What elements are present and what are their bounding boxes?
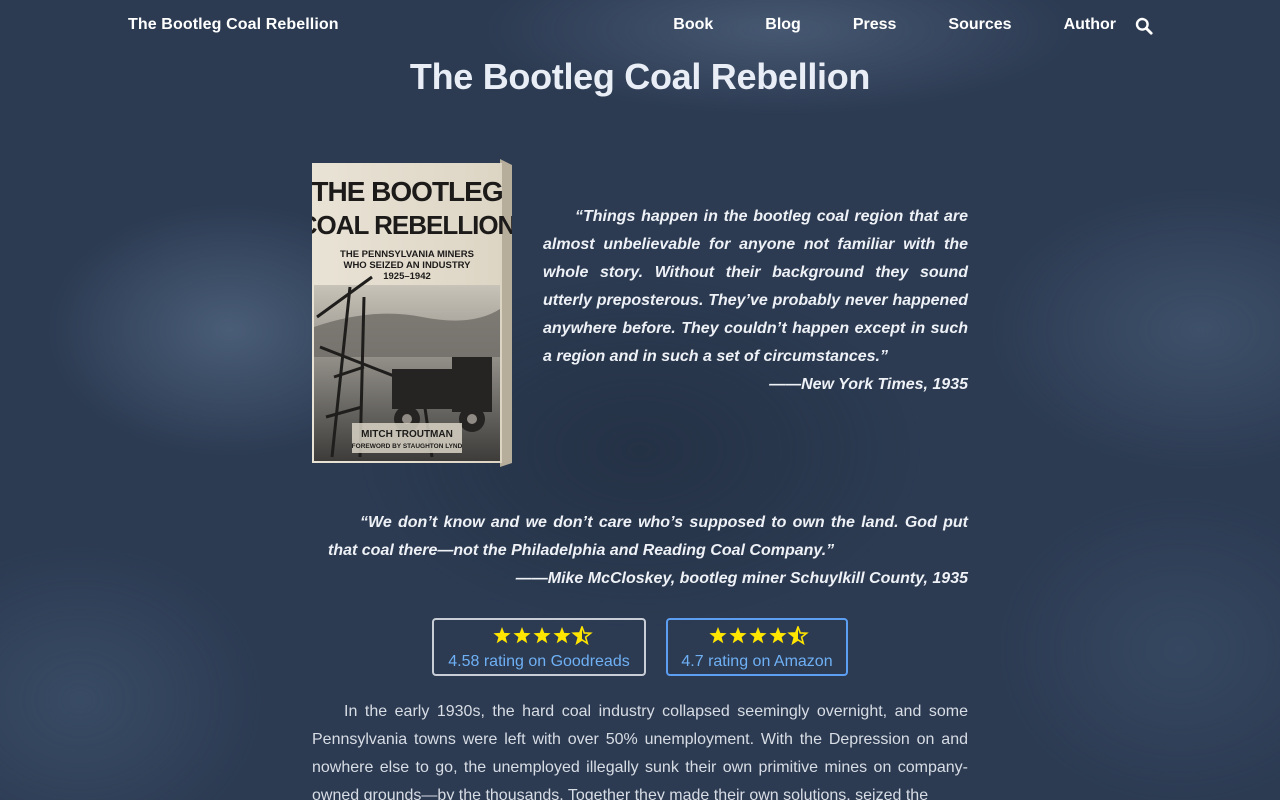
quote-new-york-times: “Things happen in the bootleg coal regio…: [543, 203, 968, 399]
star-rating-icon: [709, 626, 809, 646]
top-navbar: The Bootleg Coal Rebellion Book Blog Pre…: [0, 0, 1280, 52]
star-full-icon: [729, 627, 747, 644]
search-icon[interactable]: [1135, 17, 1153, 35]
cover-title-line1: THE BOOTLEG: [312, 176, 503, 207]
star-full-icon: [749, 627, 767, 644]
quote-text: “We don’t know and we don’t care who’s s…: [328, 514, 968, 559]
amazon-rating-button[interactable]: 4.7 rating on Amazon: [666, 618, 848, 676]
goodreads-rating-label: 4.58 rating on Goodreads: [448, 653, 630, 670]
site-brand-link[interactable]: The Bootleg Coal Rebellion: [128, 16, 339, 34]
goodreads-rating-button[interactable]: 4.58 rating on Goodreads: [432, 618, 646, 676]
quote-citation: ——Mike McCloskey, bootleg miner Schuylki…: [515, 570, 968, 587]
nav-link-book[interactable]: Book: [673, 16, 713, 34]
quote-citation: ——New York Times, 1935: [769, 376, 968, 393]
star-full-icon: [533, 627, 551, 644]
cover-subtitle-line2: WHO SEIZED AN INDUSTRY: [343, 260, 471, 271]
cover-foreword: FOREWORD BY STAUGHTON LYND: [352, 443, 463, 450]
nav-link-author[interactable]: Author: [1064, 16, 1116, 34]
star-full-icon: [553, 627, 571, 644]
cover-subtitle-line3: 1925–1942: [383, 271, 431, 282]
cover-subtitle-line1: THE PENNSYLVANIA MINERS: [340, 249, 474, 260]
book-intro-paragraph: In the early 1930s, the hard coal indust…: [312, 703, 968, 800]
star-full-icon: [513, 627, 531, 644]
star-full-icon: [769, 627, 787, 644]
cover-author: MITCH TROUTMAN: [361, 429, 453, 440]
page-title: The Bootleg Coal Rebellion: [409, 56, 871, 97]
book-cover-image[interactable]: THE BOOTLEG COAL REBELLION THE PENNSYLVA…: [312, 157, 512, 467]
cover-title-line2: COAL REBELLION: [312, 210, 512, 240]
quote-mike-mccloskey: “We don’t know and we don’t care who’s s…: [328, 509, 968, 593]
star-rating-icon: [493, 626, 593, 646]
nav-link-press[interactable]: Press: [853, 16, 897, 34]
nav-link-sources[interactable]: Sources: [948, 16, 1011, 34]
star-full-icon: [709, 627, 727, 644]
nav-links: Book Blog Press Sources Author: [673, 16, 1116, 34]
quote-text: “Things happen in the bootleg coal regio…: [543, 208, 968, 365]
star-full-icon: [493, 627, 511, 644]
amazon-rating-label: 4.7 rating on Amazon: [681, 653, 833, 670]
nav-link-blog[interactable]: Blog: [765, 16, 801, 34]
